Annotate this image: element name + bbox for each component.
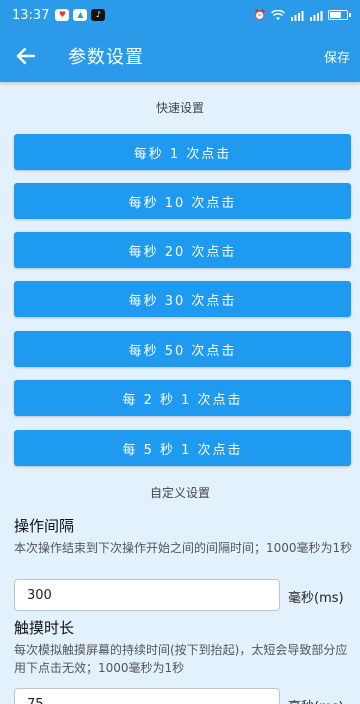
battery-icon (328, 10, 351, 20)
interval-title: 操作间隔 (14, 517, 75, 535)
quick-button-1-per-sec[interactable]: 每秒 1 次点击 (14, 134, 351, 170)
alarm-icon: ⏰ (253, 9, 266, 21)
app-bar: 参数设置 保存 (0, 30, 360, 82)
quick-button-every-5-sec[interactable]: 每 5 秒 1 次点击 (14, 430, 351, 466)
wifi-icon (271, 9, 285, 20)
status-icons: ⏰ (253, 9, 351, 21)
heart-app-icon: ♥ (55, 9, 70, 21)
quick-button-30-per-sec[interactable]: 每秒 30 次点击 (14, 281, 351, 317)
quick-button-every-2-sec[interactable]: 每 2 秒 1 次点击 (14, 380, 351, 416)
touch-duration-description: 每次模拟触摸屏幕的持续时间(按下到抬起)，太短会导致部分应用下点击无效；1000… (14, 643, 348, 675)
status-bar: 13:37 ♥ ▲ ♪ ⏰ (0, 0, 360, 30)
quick-button-10-per-sec[interactable]: 每秒 10 次点击 (14, 183, 351, 219)
touch-duration-title: 触摸时长 (14, 619, 75, 637)
save-button[interactable]: 保存 (324, 47, 350, 66)
custom-settings-label: 自定义设置 (149, 486, 210, 500)
arrow-left-icon (16, 47, 36, 65)
touch-duration-unit: 毫秒(ms) (288, 696, 344, 704)
signal-icon (291, 10, 304, 21)
page-title: 参数设置 (68, 47, 144, 68)
quick-button-20-per-sec[interactable]: 每秒 20 次点击 (14, 232, 351, 268)
touch-duration-input[interactable] (14, 688, 280, 704)
interval-unit: 毫秒(ms) (288, 591, 344, 606)
status-time: 13:37 (12, 7, 50, 23)
gallery-app-icon: ▲ (73, 9, 88, 21)
interval-description: 本次操作结束到下次操作开始之间的间隔时间；1000毫秒为1秒 (14, 541, 353, 555)
back-button[interactable] (0, 30, 52, 82)
quick-settings-label: 快速设置 (155, 101, 204, 115)
quick-button-50-per-sec[interactable]: 每秒 50 次点击 (14, 331, 351, 367)
signal-icon (310, 10, 323, 21)
tiktok-app-icon: ♪ (91, 9, 106, 21)
interval-input[interactable] (14, 579, 280, 611)
